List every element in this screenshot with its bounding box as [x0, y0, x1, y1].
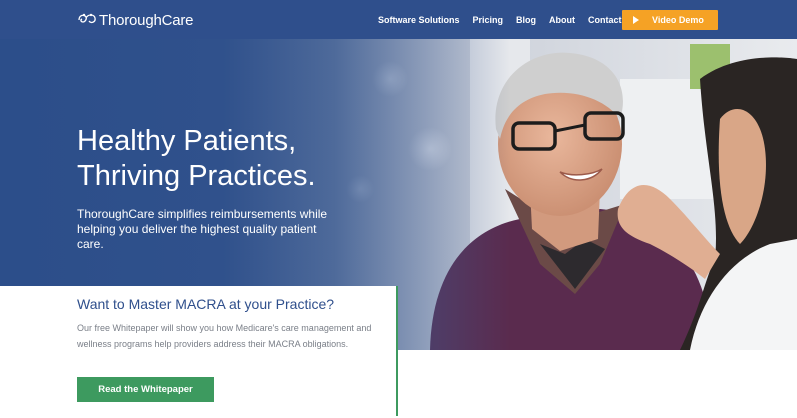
- logo-icon: [78, 13, 96, 24]
- video-demo-button[interactable]: Video Demo: [622, 10, 718, 30]
- hero-title-line-2: Thriving Practices.: [77, 160, 316, 192]
- site-header: ThoroughCare Software Solutions Pricing …: [0, 0, 797, 39]
- play-icon: [633, 16, 639, 24]
- video-demo-label: Video Demo: [652, 15, 704, 25]
- read-whitepaper-button[interactable]: Read the Whitepaper: [77, 377, 214, 402]
- hero-title: Healthy Patients, Thriving Practices.: [77, 124, 407, 194]
- nav-blog[interactable]: Blog: [516, 15, 536, 25]
- hero-title-line-1: Healthy Patients,: [77, 125, 297, 157]
- card-text: Our free Whitepaper will show you how Me…: [77, 323, 372, 349]
- hero-subtitle: ThoroughCare simplifies reimbursements w…: [77, 207, 328, 251]
- card-title: Want to Master MACRA at your Practice?: [77, 296, 335, 312]
- logo-text: ThoroughCare: [99, 11, 194, 29]
- macra-card: Want to Master MACRA at your Practice? O…: [0, 286, 398, 416]
- nav-about[interactable]: About: [549, 15, 575, 25]
- main-nav: Software Solutions Pricing Blog About Co…: [378, 0, 649, 39]
- nav-software-solutions[interactable]: Software Solutions: [378, 15, 460, 25]
- nav-pricing[interactable]: Pricing: [473, 15, 504, 25]
- page: ThoroughCare Software Solutions Pricing …: [0, 0, 797, 418]
- logo[interactable]: ThoroughCare: [76, 10, 194, 30]
